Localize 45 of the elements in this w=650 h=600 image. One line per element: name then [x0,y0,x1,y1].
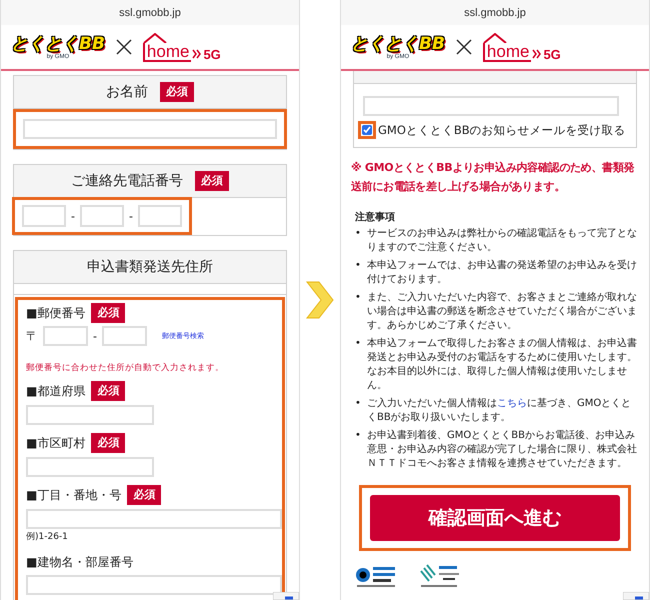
field-label: ■都道府県 [26,382,86,400]
required-badge: 必須 [91,303,126,323]
autofill-note: 郵便番号に合わせた住所が自動で入力されます。 [26,362,225,374]
notes-heading: 注意事項 [355,210,396,224]
field-label: ■建物名・部屋番号 [26,554,134,571]
partner-logo-text: home [142,42,192,62]
note-text: お申込書到着後、GMOとくとくBBからお電話後、お申込み意思・お申込み内容の確認が完了した場合に限り、株式会社ＮＴＴドコモへお客さま情報を連携させていただきます。 [367,429,638,471]
bullet-mark: • [355,429,362,443]
separator-text: - [71,210,75,222]
required-badge: 必須 [91,433,126,453]
field-label: ■丁目・番地・号 [26,486,122,504]
bullet-mark: • [355,259,362,273]
example-hint: 例)1-26-1 [26,531,69,543]
field-label: ■郵便番号 [26,304,86,322]
separator-text: - [128,210,133,222]
required-badge: 必須 [127,485,162,505]
confirm-button[interactable]: 確認画面へ進む [370,495,620,541]
note-text: 本申込フォームで取得したお客さまの個人情報は、お申込書発送とお申込み受付のお電話をするために使用いたします。なお本目的以外には、取得した個人情報は使用いたしません。 [367,337,638,393]
url-text: ssl.gmobb.jp [119,6,181,18]
note-text: また、ご入力いただいた内容で、お客さまとご連絡が取れない場合は申込書の郵送を断念させていただく場合がございます。あらかじめご了承ください。 [367,291,638,333]
partner-logo-suffix: 5G [543,46,561,62]
note-text: ご入力いただいた個人情報はこちら に基づき、GMOとくとくBBがお取り扱いいたします。 [367,397,632,425]
partner-logo-text: home [482,42,532,62]
bullet-mark: • [355,337,362,351]
required-badge: 必須 [195,171,229,191]
required-badge: 必須 [160,82,194,102]
separator-text: - [93,330,97,342]
section-title: ご連絡先電話番号 [71,172,183,190]
section-title: 申込書類発送先住所 [87,258,213,276]
brand-logo-text: とくとくBB [11,34,105,54]
note-text: 本申込フォームでは、お申込書の発送希望のお申込みを受け付けております。 [367,259,638,287]
partner-logo-suffix: 5G [203,46,221,62]
note-text: サービスのお申込みは弊社からの確認電話をもって完了となりますのでご注意ください。 [367,227,638,255]
policy-link[interactable]: こちら [497,398,527,409]
bullet-mark: • [355,227,362,241]
brand-logo-text: とくとくBB [351,34,445,54]
notice-text: ※ GMOとくとくBBよりお申込み内容確認のため、書類発送前にお電話を差し上げる場合があります。 [351,160,636,195]
section-title: お名前 [106,83,148,101]
checkbox-label: GMOとくとくBBのお知らせメールを受け取る [378,122,626,138]
bullet-mark: • [355,291,362,305]
postal-mark-text: 〒 [26,328,38,344]
bullet-mark: • [355,397,362,411]
url-text: ssl.gmobb.jp [464,6,526,18]
field-label: ■市区町村 [26,434,86,452]
required-badge: 必須 [91,381,126,401]
